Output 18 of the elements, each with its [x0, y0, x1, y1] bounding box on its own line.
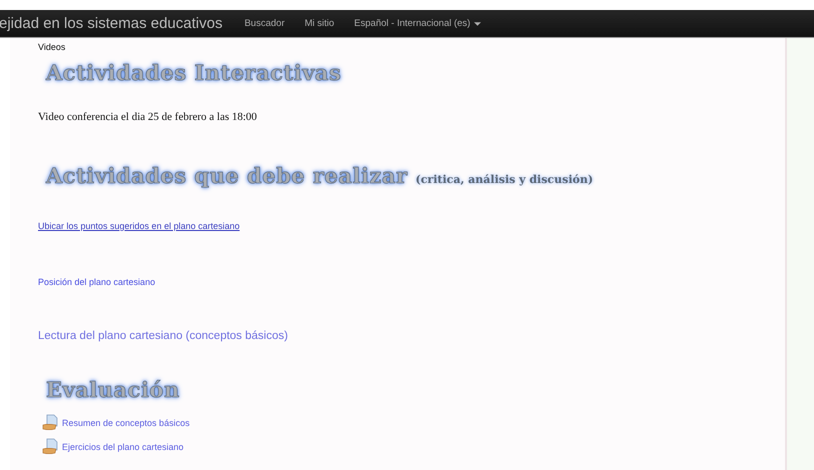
section-heading: Actividades Interactivas [46, 60, 342, 85]
nav-link[interactable]: Buscador [244, 18, 285, 29]
activity-link[interactable]: Lectura del plano cartesiano (conceptos básicos) [38, 330, 288, 342]
announcement-text: Video conferencia el dia 25 de febrero a las 18:00 [38, 111, 258, 123]
caret-icon [474, 22, 482, 26]
section-heading: Evaluación [46, 377, 180, 402]
resource-link[interactable]: Resumen de conceptos básicos [42, 414, 785, 431]
activity-link[interactable]: Posición del plano cartesiano [38, 277, 156, 287]
activity-link[interactable]: Ubicar los puntos sugeridos en el plano cartesiano [38, 221, 240, 231]
heading-subtitle: (critica, análisis y discusión) [416, 173, 594, 186]
language-menu[interactable]: Español - Internacional (es) [354, 18, 482, 29]
document-icon [42, 414, 58, 431]
section-heading: Actividades que debe realizar [46, 163, 408, 188]
resource-link[interactable]: Ejercicios del plano cartesiano [42, 438, 785, 455]
site-title: ejidad en los sistemas educativos [0, 15, 222, 32]
nav-link[interactable]: Mi sitio [304, 18, 334, 29]
document-icon [42, 438, 58, 455]
section-label: Videos [38, 42, 66, 54]
